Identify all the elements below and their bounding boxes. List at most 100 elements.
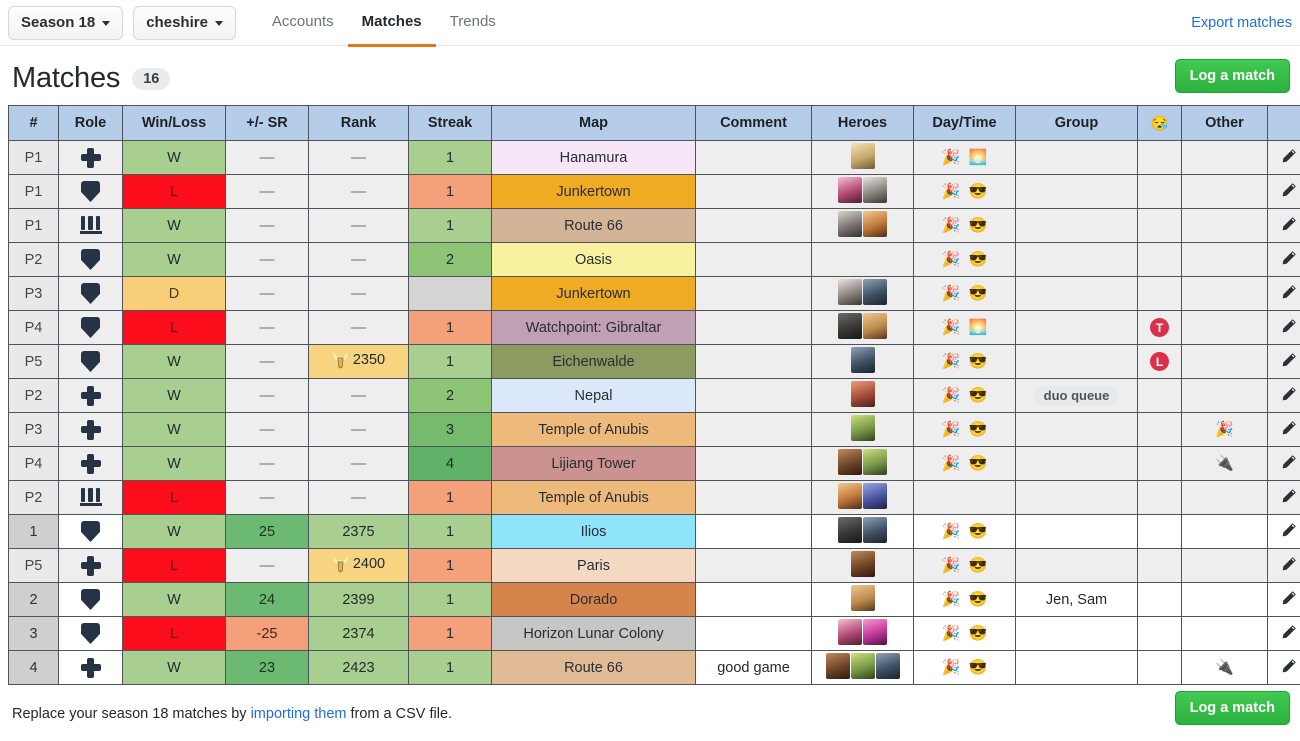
cell-map: Junkertown xyxy=(491,174,696,209)
table-row[interactable]: 2 W 24 2399 1 Dorado 🎉 😎 Jen, Sam xyxy=(8,582,1300,617)
cell-role xyxy=(58,208,123,243)
cell-edit[interactable] xyxy=(1267,650,1300,685)
column-header-heroes[interactable]: Heroes xyxy=(811,105,914,141)
column-header-sr[interactable]: +/- SR xyxy=(225,105,309,141)
importing-them-link[interactable]: importing them xyxy=(251,706,347,722)
table-row[interactable]: P4 L — —1 Watchpoint: Gibraltar 🎉 🌅 T xyxy=(8,310,1300,345)
export-matches-link[interactable]: Export matches xyxy=(1191,15,1292,31)
cell-rank: — xyxy=(308,446,409,481)
hero-avatar-dva xyxy=(838,618,862,645)
import-hint-after: from a CSV file. xyxy=(346,706,453,722)
column-header-sleepy-icon[interactable]: 😪 xyxy=(1137,105,1182,141)
cell-map: Nepal xyxy=(491,378,696,413)
match-count-badge: 16 xyxy=(132,67,171,90)
cell-edit[interactable] xyxy=(1267,174,1300,209)
cell-heroes xyxy=(811,650,914,685)
column-header-other[interactable]: Other xyxy=(1181,105,1268,141)
table-row[interactable]: 1 W 25 2375 1 Ilios 🎉 😎 xyxy=(8,514,1300,549)
cell-edit[interactable] xyxy=(1267,378,1300,413)
cell-sr-change: — xyxy=(225,378,309,413)
edit-pencil-icon[interactable] xyxy=(1281,454,1297,474)
table-row[interactable]: P2 W — —2 Nepal 🎉 😎 duo queue xyxy=(8,378,1300,413)
cell-edit[interactable] xyxy=(1267,310,1300,345)
column-header-comment[interactable]: Comment xyxy=(695,105,812,141)
hero-avatar-group xyxy=(838,516,887,543)
edit-pencil-icon[interactable] xyxy=(1281,148,1297,168)
table-row[interactable]: 3 L -25 2374 1 Horizon Lunar Colony 🎉 😎 xyxy=(8,616,1300,651)
hero-avatar-group xyxy=(850,550,875,577)
column-header-winloss[interactable]: Win/Loss xyxy=(122,105,226,141)
column-header-number[interactable]: # xyxy=(8,105,59,141)
table-row[interactable]: P2 W — —2 Oasis 🎉 😎 xyxy=(8,242,1300,277)
table-row[interactable]: P5 W —2350 1 Eichenwalde 🎉 😎 L xyxy=(8,344,1300,379)
cell-comment xyxy=(695,446,812,481)
cell-group: duo queue xyxy=(1015,378,1138,413)
column-header-role[interactable]: Role xyxy=(58,105,123,141)
cell-group xyxy=(1015,480,1138,515)
table-row[interactable]: 4 W 23 2423 1 Route 66 good game 🎉 😎 🔌 xyxy=(8,650,1300,685)
cell-edit[interactable] xyxy=(1267,514,1300,549)
cell-edit[interactable] xyxy=(1267,480,1300,515)
time-emoji-icon: 😎 xyxy=(968,420,988,438)
role-icon-support xyxy=(80,453,101,474)
table-row[interactable]: P1 W — —1 Hanamura 🎉 🌅 xyxy=(8,140,1300,175)
table-row[interactable]: P2 L — —1 Temple of Anubis xyxy=(8,480,1300,515)
column-header-daytime[interactable]: Day/Time xyxy=(913,105,1016,141)
page-header: Matches 16 Log a match xyxy=(0,46,1300,105)
tab-trends[interactable]: Trends xyxy=(436,0,510,47)
cell-heroes xyxy=(811,548,914,583)
column-header-map[interactable]: Map xyxy=(491,105,696,141)
season-selector[interactable]: Season 18 xyxy=(8,5,124,40)
edit-pencil-icon[interactable] xyxy=(1281,556,1297,576)
tab-matches[interactable]: Matches xyxy=(347,0,436,47)
table-row[interactable]: P3 W — —3 Temple of Anubis 🎉 😎 🎉 xyxy=(8,412,1300,447)
cell-streak: 1 xyxy=(408,310,492,345)
table-row[interactable]: P3 D — — Junkertown 🎉 😎 xyxy=(8,276,1300,311)
edit-pencil-icon[interactable] xyxy=(1281,318,1297,338)
tab-accounts[interactable]: Accounts xyxy=(258,0,348,47)
table-row[interactable]: P1 L — —1 Junkertown 🎉 😎 xyxy=(8,174,1300,209)
cell-edit[interactable] xyxy=(1267,616,1300,651)
edit-pencil-icon[interactable] xyxy=(1281,420,1297,440)
column-header-rank[interactable]: Rank xyxy=(308,105,409,141)
cell-heroes xyxy=(811,174,914,209)
day-emoji-icon: 🎉 xyxy=(941,658,961,676)
cell-edit[interactable] xyxy=(1267,276,1300,311)
edit-pencil-icon[interactable] xyxy=(1281,182,1297,202)
cell-edit[interactable] xyxy=(1267,412,1300,447)
log-a-match-button-bottom[interactable]: Log a match xyxy=(1174,691,1290,725)
edit-pencil-icon[interactable] xyxy=(1281,284,1297,304)
edit-pencil-icon[interactable] xyxy=(1281,590,1297,610)
rank-value: 2350 xyxy=(352,351,386,368)
cell-edit[interactable] xyxy=(1267,446,1300,481)
table-row[interactable]: P4 W — —4 Lijiang Tower 🎉 😎 🔌 xyxy=(8,446,1300,481)
time-emoji-icon: 🌅 xyxy=(968,148,988,166)
edit-pencil-icon[interactable] xyxy=(1281,352,1297,372)
hero-avatar-lucio xyxy=(850,414,875,441)
edit-pencil-icon[interactable] xyxy=(1281,250,1297,270)
cell-sr-change: 25 xyxy=(225,514,309,549)
edit-pencil-icon[interactable] xyxy=(1281,658,1297,678)
account-selector[interactable]: cheshire xyxy=(133,5,236,40)
cell-streak: 1 xyxy=(408,174,492,209)
column-header-group[interactable]: Group xyxy=(1015,105,1138,141)
table-row[interactable]: P1 W — —1 Route 66 🎉 😎 xyxy=(8,208,1300,243)
cell-map: Route 66 xyxy=(491,208,696,243)
edit-pencil-icon[interactable] xyxy=(1281,522,1297,542)
edit-pencil-icon[interactable] xyxy=(1281,624,1297,644)
cell-edit[interactable] xyxy=(1267,242,1300,277)
column-header-streak[interactable]: Streak xyxy=(408,105,492,141)
table-row[interactable]: P5 L —2400 1 Paris 🎉 😎 xyxy=(8,548,1300,583)
log-a-match-button-top[interactable]: Log a match xyxy=(1174,58,1290,93)
cell-edit[interactable] xyxy=(1267,548,1300,583)
cell-other xyxy=(1181,548,1268,583)
cell-edit[interactable] xyxy=(1267,208,1300,243)
cell-comment xyxy=(695,480,812,515)
cell-edit[interactable] xyxy=(1267,140,1300,175)
edit-pencil-icon[interactable] xyxy=(1281,216,1297,236)
cell-comment xyxy=(695,242,812,277)
edit-pencil-icon[interactable] xyxy=(1281,386,1297,406)
cell-edit[interactable] xyxy=(1267,582,1300,617)
edit-pencil-icon[interactable] xyxy=(1281,488,1297,508)
cell-edit[interactable] xyxy=(1267,344,1300,379)
